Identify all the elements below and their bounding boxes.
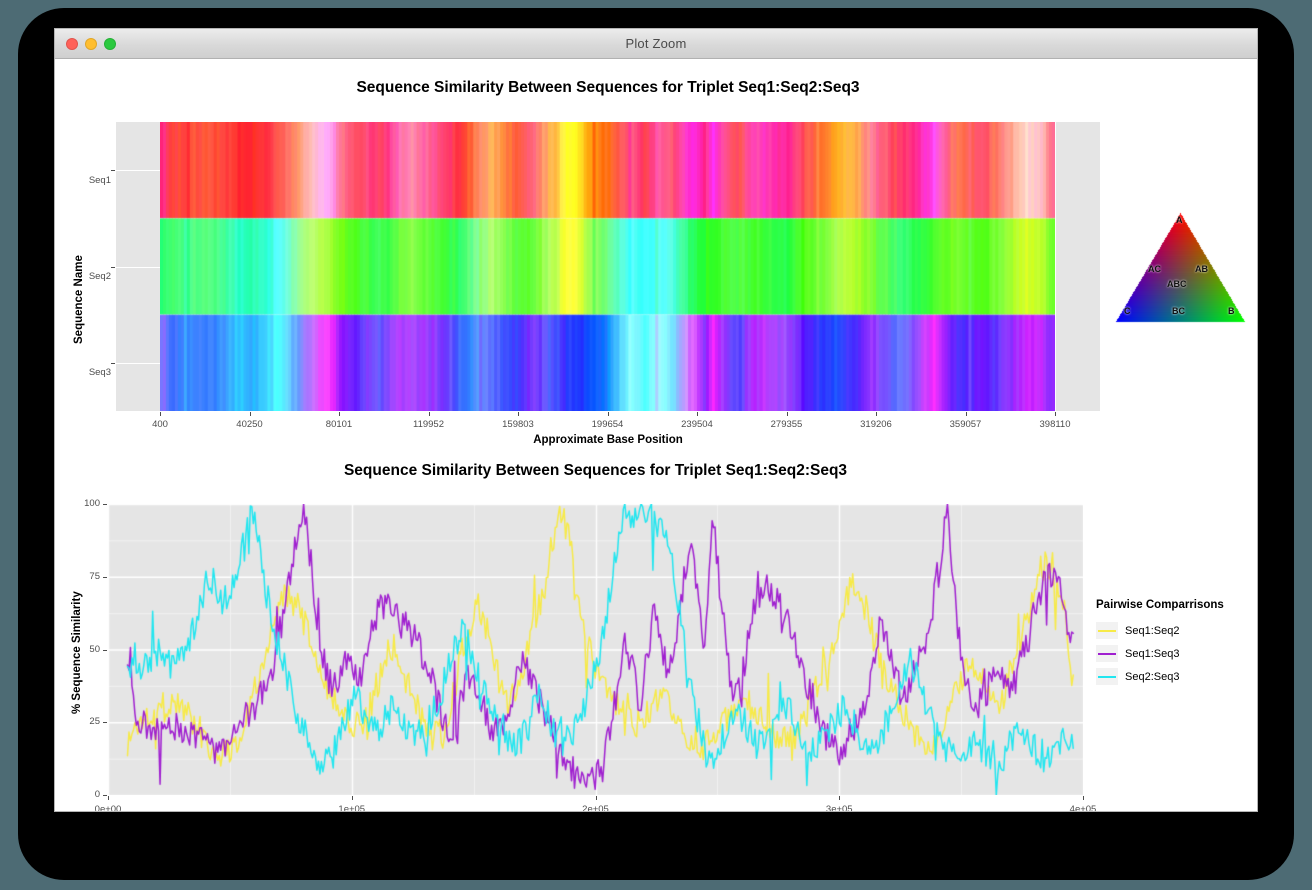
heatmap-x-tick-4: 159803	[502, 419, 534, 430]
legend-item-seq1-seq3[interactable]: Seq1:Seq3	[1096, 642, 1251, 665]
heatmap-x-tick-10: 398110	[1039, 419, 1071, 430]
line-x-tickmark	[352, 796, 353, 800]
legend-key-seq1-seq3	[1096, 645, 1118, 662]
triangle-label-b: B	[1228, 306, 1235, 316]
line-plot-title: Sequence Similarity Between Sequences fo…	[343, 462, 848, 479]
line-y-tick-75: 75	[89, 570, 100, 582]
triangle-label-a: A	[1176, 215, 1183, 225]
line-y-tickmark	[103, 795, 107, 796]
window-titlebar[interactable]: Plot Zoom	[55, 29, 1257, 59]
heatmap-x-tickmark	[339, 412, 340, 416]
heatmap-x-tickmark	[697, 412, 698, 416]
line-x-tickmark	[108, 796, 109, 800]
heatmap-row-gridline	[116, 170, 160, 171]
heatmap-y-tick-seq3: Seq3	[88, 367, 111, 378]
triangle-label-abc: ABC	[1167, 279, 1187, 289]
line-x-tickmark	[839, 796, 840, 800]
heatmap-x-tickmark	[966, 412, 967, 416]
heatmap-x-tick-0: 400	[152, 419, 168, 430]
heatmap-title: Sequence Similarity Between Sequences fo…	[356, 79, 860, 96]
legend-label-seq1-seq2: Seq1:Seq2	[1125, 624, 1180, 637]
triangle-label-bc: BC	[1172, 306, 1185, 316]
legend-key-seq2-seq3	[1096, 668, 1118, 685]
line-y-tick-25: 25	[89, 716, 100, 728]
heatmap-x-tickmark	[429, 412, 430, 416]
heatmap-x-tick-7: 279355	[770, 419, 803, 430]
window-title: Plot Zoom	[625, 36, 687, 51]
legend-key-seq1-seq2	[1096, 622, 1118, 639]
line-plot-legend: Pairwise Comparrisons Seq1:Seq2 Seq1:Seq…	[1096, 599, 1251, 688]
line-x-tick-1: 1e+05	[338, 804, 366, 811]
window-controls[interactable]	[66, 29, 116, 58]
heatmap-x-tick-6: 239504	[681, 419, 713, 430]
line-x-tickmark	[596, 796, 597, 800]
heatmap-y-tick-seq1: Seq1	[88, 175, 111, 186]
triangle-label-ac: AC	[1148, 264, 1161, 274]
minimize-button[interactable]	[85, 37, 97, 50]
heatmap-x-tickmark	[608, 412, 609, 416]
heatmap-y-axis-title: Sequence Name	[73, 255, 85, 344]
heatmap-x-tick-1: 40250	[236, 419, 263, 430]
triangle-color-legend: A B C AB AC BC ABC	[1110, 209, 1250, 339]
plot-content: Sequence Similarity Between Sequences fo…	[55, 59, 1257, 811]
heatmap-x-tick-8: 319206	[860, 419, 892, 430]
heatmap-x-tickmark	[876, 412, 877, 416]
heatmap-x-tickmark	[250, 412, 251, 416]
heatmap-y-tickmark	[111, 363, 115, 364]
line-x-tick-4: 4e+05	[1069, 804, 1097, 811]
legend-label-seq1-seq3: Seq1:Seq3	[1125, 647, 1180, 660]
heatmap-x-tickmark	[518, 412, 519, 416]
heatmap-x-tick-2: 80101	[325, 419, 353, 430]
line-plot-panel	[108, 504, 1083, 795]
line-x-tick-2: 2e+05	[582, 804, 609, 811]
legend-item-seq1-seq2[interactable]: Seq1:Seq2	[1096, 619, 1251, 642]
line-x-tick-3: 3e+05	[825, 804, 853, 811]
heatmap-gridline	[1055, 122, 1056, 411]
line-chart-canvas	[108, 504, 1083, 795]
heatmap-y-tickmark	[111, 267, 115, 268]
line-y-tick-50: 50	[89, 643, 100, 655]
line-y-tick-0: 0	[94, 789, 100, 800]
close-button[interactable]	[66, 37, 78, 50]
triangle-label-ab: AB	[1195, 264, 1208, 274]
heatmap-x-tickmark	[1055, 412, 1056, 416]
legend-item-seq2-seq3[interactable]: Seq2:Seq3	[1096, 665, 1251, 688]
heatmap-y-tickmark	[111, 170, 115, 171]
heatmap-y-tick-seq2: Seq2	[88, 271, 111, 282]
heatmap-x-axis-title: Approximate Base Position	[533, 434, 683, 446]
line-x-tick-0: 0e+00	[94, 804, 122, 811]
heatmap-x-tick-9: 359057	[949, 419, 982, 430]
heatmap-x-tick-3: 119952	[413, 419, 444, 430]
heatmap-x-tick-5: 199654	[591, 419, 624, 430]
heatmap-row-gridline	[116, 267, 160, 268]
line-y-tickmark	[103, 577, 107, 578]
line-y-tickmark	[103, 504, 107, 505]
heatmap-canvas	[160, 122, 1055, 411]
legend-label-seq2-seq3: Seq2:Seq3	[1125, 670, 1180, 683]
triangle-label-c: C	[1124, 306, 1131, 316]
line-x-tickmark	[1083, 796, 1084, 800]
plot-zoom-window: Plot Zoom Sequence Similarity Between Se…	[55, 29, 1257, 811]
line-y-tickmark	[103, 722, 107, 723]
heatmap-x-tickmark	[160, 412, 161, 416]
heatmap-x-tickmark	[787, 412, 788, 416]
line-y-tick-100: 100	[84, 498, 100, 509]
legend-title: Pairwise Comparrisons	[1096, 599, 1224, 611]
heatmap-row-gridline	[116, 363, 160, 364]
heatmap-panel	[116, 122, 1100, 411]
line-y-tickmark	[103, 650, 107, 651]
maximize-button[interactable]	[104, 37, 116, 50]
